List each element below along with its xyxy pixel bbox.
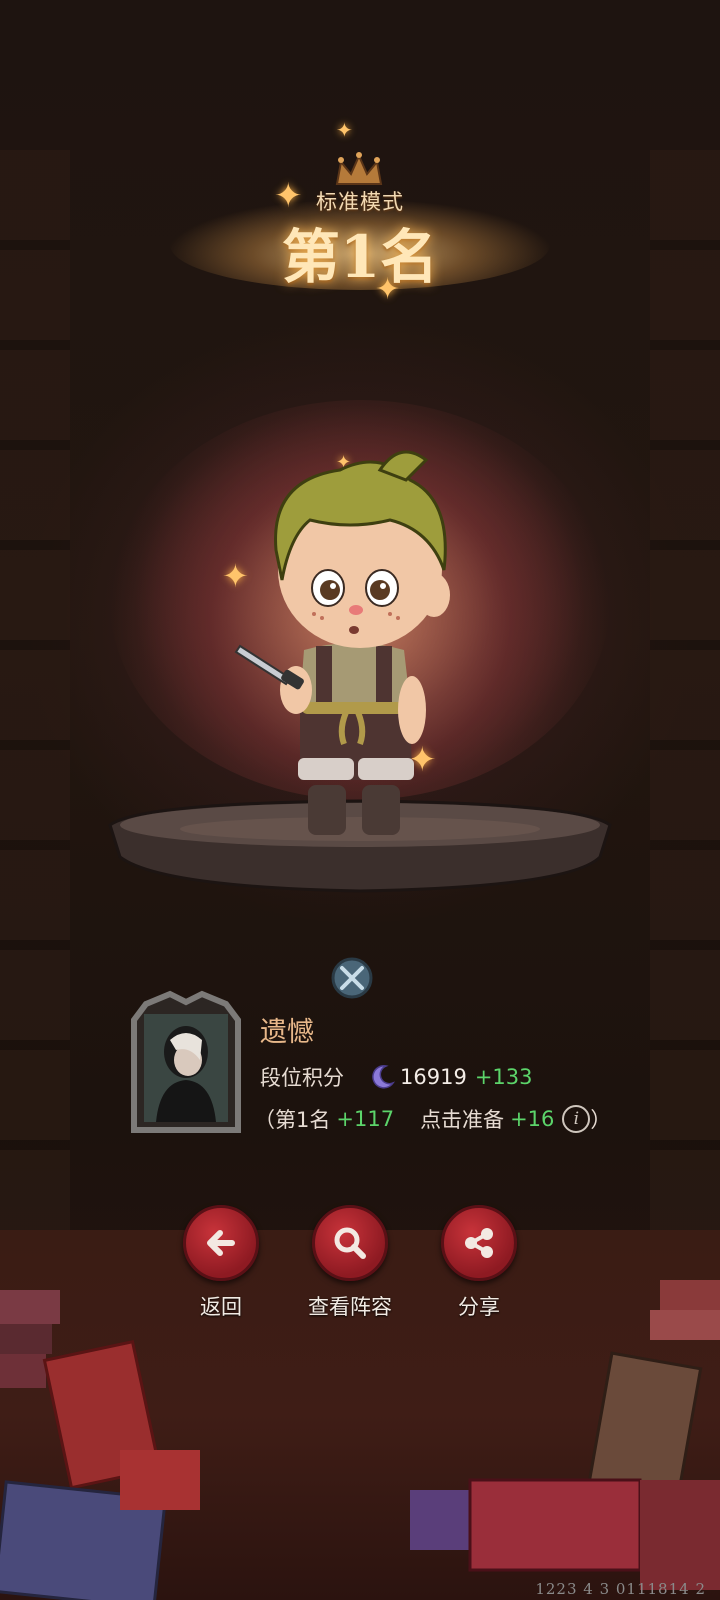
rank-title: 第1名 — [281, 223, 439, 291]
bracket-open: （ — [254, 1108, 275, 1132]
footer-code: 1223 4 3 0111814 2 — [535, 1580, 706, 1598]
rank-bonus-value: +117 — [336, 1107, 395, 1131]
ready-bonus-value: +16 — [510, 1107, 555, 1131]
info-icon[interactable]: i — [562, 1105, 591, 1133]
share-button-circle[interactable] — [441, 1205, 517, 1281]
rank-score-label: 段位积分 — [260, 1066, 344, 1090]
share-icon — [465, 1228, 493, 1258]
rank-score-value: 16919 — [400, 1065, 467, 1089]
view-lineup-button-circle[interactable] — [312, 1205, 388, 1281]
back-button-circle[interactable] — [183, 1205, 259, 1281]
magnifier-icon — [334, 1227, 366, 1259]
moon-icon — [372, 1065, 396, 1089]
score-breakdown-row: （ 第1名 +117 点击准备 +16 i ） — [254, 1104, 611, 1134]
crown-icon — [335, 152, 383, 185]
player-avatar[interactable] — [130, 990, 242, 1140]
rank-bonus-label: 第1名 — [275, 1108, 331, 1132]
rank-score-delta: +133 — [474, 1065, 533, 1089]
player-result-card: 遗憾 段位积分 16919 +133 （ 第1名 +117 点击准备 +16 i… — [130, 990, 611, 1150]
book-pile-decoration — [0, 1280, 720, 1600]
arrow-left-icon — [207, 1230, 235, 1256]
ready-bonus-label: 点击准备 — [420, 1108, 505, 1132]
hero-character — [234, 450, 450, 835]
sparkle-icon: ✦ — [336, 118, 353, 142]
bracket-close: ） — [590, 1108, 612, 1132]
rank-score-row: 段位积分 16919 +133 — [260, 1062, 533, 1092]
player-name: 遗憾 — [260, 1017, 314, 1048]
